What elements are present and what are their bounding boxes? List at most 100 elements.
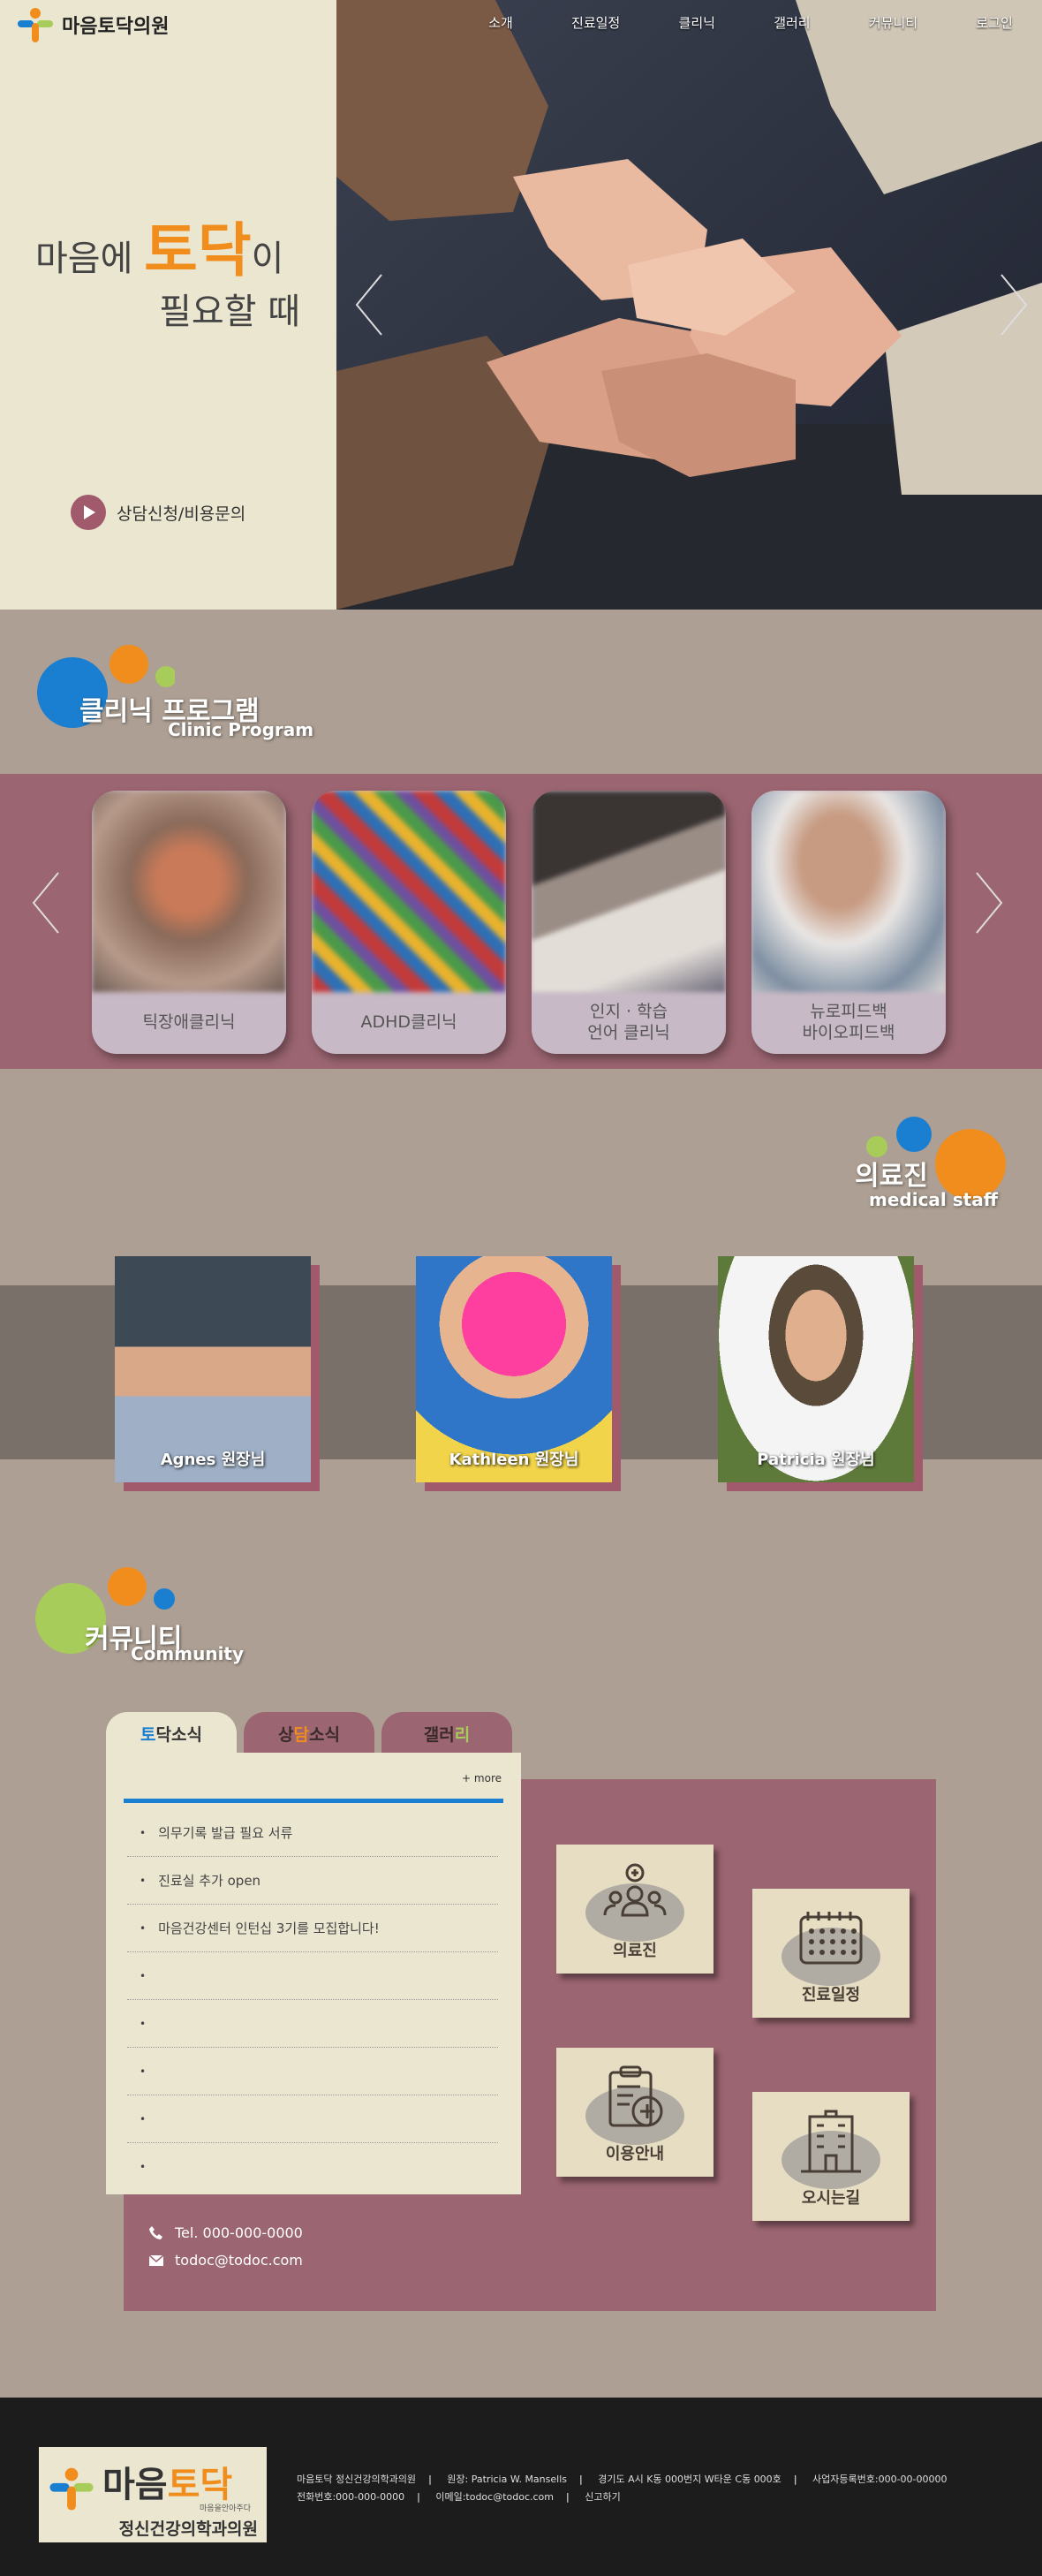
clinic-title-en: Clinic Program (168, 719, 314, 740)
tab-label: 갤러 (423, 1724, 455, 1745)
nav-gallery[interactable]: 갤러리 (774, 13, 810, 32)
footer-report-link[interactable]: 신고하기 (585, 2491, 620, 2503)
contact-tel: Tel. 000-000-0000 (175, 2224, 303, 2241)
hero-line1-em: 토닥 (144, 216, 252, 284)
notice-divider (124, 1799, 503, 1803)
nav-schedule[interactable]: 진료일정 (571, 13, 620, 32)
calendar-icon (799, 1912, 863, 1965)
logo-icon (18, 8, 53, 42)
clinic-card-label: 인지 · 학습 언어 클리닉 (587, 1002, 670, 1042)
staff-name: Kathleen 원장님 (449, 1451, 579, 1469)
consult-label: 상담신청/비용문의 (117, 504, 246, 524)
notice-item[interactable]: 진료실 추가 open (127, 1857, 498, 1905)
clinic-card-label: 틱장애클리닉 (142, 1012, 236, 1033)
brand-name: 마음토닥의원 (62, 16, 170, 38)
clinic-prev-arrow-icon[interactable] (28, 868, 64, 938)
notice-item[interactable]: 마음건강센터 인턴십 3기를 모집합니다! (127, 1905, 498, 1952)
quick-label: 진료일정 (801, 1986, 861, 2004)
staff-card-patricia[interactable]: Patricia 원장님 (718, 1256, 923, 1491)
tab-label-accent: 리 (454, 1724, 471, 1745)
footer-logo-small: 마음을안아주다 (200, 2504, 251, 2513)
hero-prev-arrow-icon[interactable] (351, 269, 387, 340)
footer-clinic-name: 마음토닥 정신건강의학과의원 (297, 2474, 417, 2485)
hero-line2: 필요할 때 (159, 292, 300, 332)
clinic-card-label: 뉴로피드백 바이오피드백 (802, 1002, 895, 1042)
footer-info: 마음토닥 정신건강의학과의원 | 원장: Patricia W. Mansells… (297, 2474, 948, 2503)
phone-icon (149, 2225, 162, 2239)
footer-email: 이메일:todoc@todoc.com (435, 2491, 555, 2503)
notice-item[interactable] (127, 2095, 498, 2143)
footer-address: 경기도 A시 K동 000번지 W타운 C동 000호 (598, 2474, 782, 2485)
tab-label-accent: 담 (293, 1724, 309, 1745)
staff-name: Agnes 원장님 (160, 1451, 266, 1469)
clinic-card-neurofeedback[interactable]: 뉴로피드백 바이오피드백 (751, 791, 946, 1054)
quick-schedule-button[interactable]: 진료일정 (752, 1889, 910, 2018)
notice-item[interactable] (127, 2048, 498, 2095)
quick-label: 오시는길 (801, 2189, 861, 2208)
staff-card-kathleen[interactable]: Kathleen 원장님 (416, 1256, 621, 1491)
clinic-card-image (532, 791, 726, 992)
footer-director: 원장: Patricia W. Mansells (447, 2474, 567, 2485)
clinic-card-label: ADHD클리닉 (360, 1012, 457, 1033)
nav-login[interactable]: 로그인 (976, 13, 1012, 32)
tab-gallery[interactable]: 갤러 리 (381, 1712, 512, 1754)
tab-label-accent: 토 (140, 1724, 156, 1745)
brand-logo[interactable]: 마음토닥의원 (16, 5, 169, 44)
clinic-next-arrow-icon[interactable] (971, 868, 1007, 938)
clinic-card-learning[interactable]: 인지 · 학습 언어 클리닉 (532, 791, 726, 1054)
clinic-card-tic[interactable]: 틱장애클리닉 (92, 791, 286, 1054)
staff-name: Patricia 원장님 (757, 1451, 875, 1469)
tab-label: 소식 (309, 1724, 340, 1745)
hero-line1-pre: 마음에 (35, 239, 145, 279)
staff-card-agnes[interactable]: Agnes 원장님 (115, 1256, 320, 1491)
quick-staff-button[interactable]: 의료진 (556, 1845, 714, 1974)
footer-logo-sub: 정신건강의학과의원 (118, 2519, 258, 2539)
contact-email: todoc@todoc.com (175, 2252, 303, 2269)
footer-logo-main-b: 토닥 (167, 2465, 233, 2505)
hero-headline: 마음에 토닥이 필요할 때 (35, 203, 318, 334)
notice-item[interactable]: 의무기록 발급 필요 서류 (127, 1809, 498, 1857)
community-tabs: 토 닥소식 상 담 소식 갤러 리 (106, 1712, 512, 1754)
tab-todak-news[interactable]: 토 닥소식 (106, 1712, 237, 1754)
building-icon (801, 2110, 861, 2173)
contact-email-row[interactable]: todoc@todoc.com (148, 2252, 303, 2269)
play-icon (71, 495, 106, 530)
clinic-card-image (92, 791, 286, 992)
quick-label: 이용안내 (605, 2145, 665, 2163)
clinic-card-adhd[interactable]: ADHD클리닉 (312, 791, 506, 1054)
clinic-card-image (312, 791, 506, 992)
notice-item[interactable] (127, 2000, 498, 2048)
staff-title-en: medical staff (869, 1189, 998, 1210)
hero-line1-post: 이 (251, 239, 284, 279)
hero-next-arrow-icon[interactable] (996, 269, 1031, 340)
doctors-icon (603, 1863, 667, 1917)
consult-button[interactable]: 상담신청/비용문의 (71, 495, 245, 530)
nav-clinic[interactable]: 클리닉 (679, 13, 715, 32)
quick-label: 의료진 (613, 1942, 657, 1960)
notice-item[interactable] (127, 1952, 498, 2000)
nav-intro[interactable]: 소개 (488, 13, 513, 32)
more-link[interactable]: + more (462, 1772, 502, 1784)
tab-label: 상 (278, 1724, 294, 1745)
hero-image (336, 0, 1042, 610)
footer-logo-main: 마음토닥 (102, 2456, 232, 2507)
contact-tel-row[interactable]: Tel. 000-000-0000 (148, 2224, 303, 2241)
staff-title: 의료진 (855, 1161, 928, 1192)
notice-board: + more 의무기록 발급 필요 서류 진료실 추가 open 마음건강센터 … (106, 1753, 521, 2194)
tab-label: 닥소식 (155, 1724, 202, 1745)
quick-guide-button[interactable]: 이용안내 (556, 2048, 714, 2177)
clipboard-medical-icon (608, 2065, 663, 2127)
footer-logo-main-a: 마음 (102, 2465, 168, 2505)
footer-business-no: 사업자등록번호:000-00-00000 (812, 2474, 948, 2485)
nav-community[interactable]: 커뮤니티 (869, 13, 917, 32)
footer-logo[interactable]: 마음토닥 마음을안아주다 정신건강의학과의원 (39, 2447, 267, 2542)
main-nav: 소개 진료일정 클리닉 갤러리 커뮤니티 로그인 (459, 0, 1042, 44)
contact-info: Tel. 000-000-0000 todoc@todoc.com (148, 2224, 303, 2279)
notice-item[interactable] (127, 2143, 498, 2191)
community-title-en: Community (131, 1643, 245, 1664)
quick-directions-button[interactable]: 오시는길 (752, 2092, 910, 2221)
clinic-card-image (751, 791, 946, 992)
tab-counsel-news[interactable]: 상 담 소식 (244, 1712, 374, 1754)
footer-phone: 전화번호:000-000-0000 (297, 2491, 405, 2503)
mail-icon (148, 2254, 164, 2266)
